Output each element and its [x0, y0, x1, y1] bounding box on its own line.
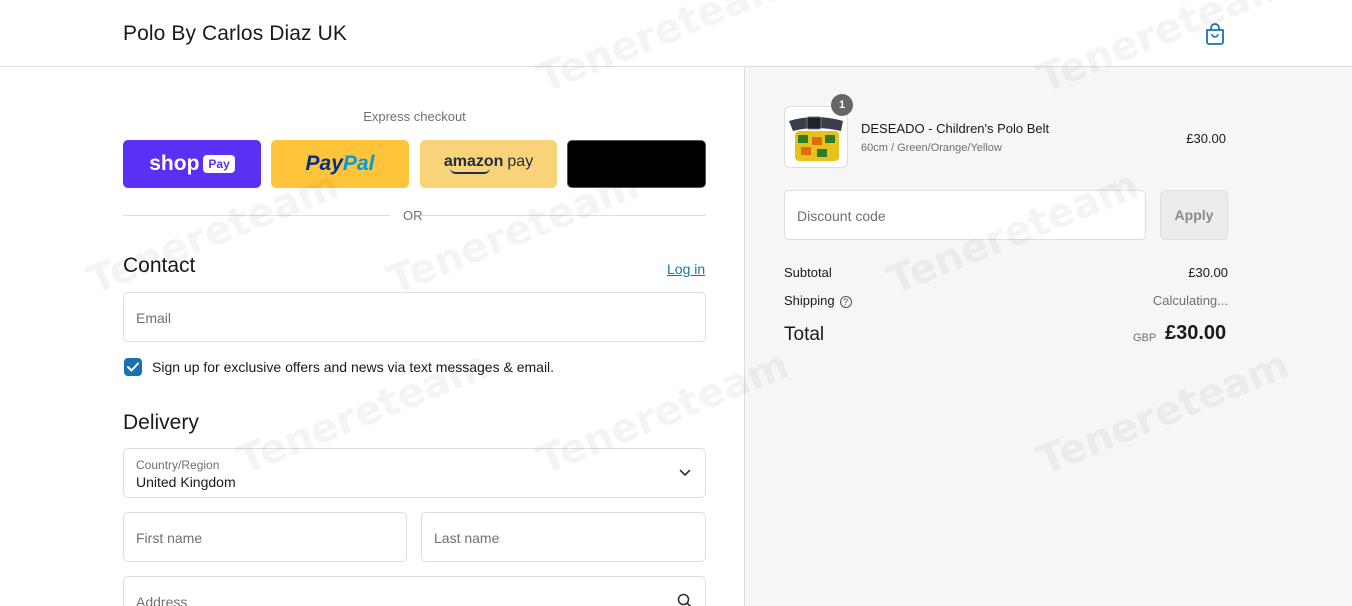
shop-pay-button[interactable]: shop Pay [123, 140, 261, 188]
checkout-form: Express checkout shop Pay Pay Pal amazon … [0, 67, 744, 606]
total-value: £30.00 [1165, 322, 1227, 344]
last-name-field[interactable]: Last name [421, 512, 706, 562]
delivery-title: Delivery [123, 411, 199, 434]
signup-label: Sign up for exclusive offers and news vi… [152, 359, 555, 375]
order-summary: 1 DESEADO - Children's Polo Belt 60cm / … [744, 67, 1352, 606]
total-currency: GBP [1133, 332, 1157, 344]
last-name-placeholder: Last name [434, 530, 500, 546]
contact-title: Contact [123, 254, 196, 277]
paypal-wordmark-pay: Pay [305, 152, 343, 175]
or-divider: OR [123, 207, 706, 223]
email-placeholder: Email [136, 310, 172, 326]
apply-discount-button[interactable]: Apply [1160, 190, 1228, 240]
address-field[interactable]: Address [123, 576, 706, 606]
express-checkout-label: Express checkout [363, 109, 466, 124]
shop-pay-badge: Pay [203, 155, 235, 173]
shipping-label: Shipping [784, 293, 835, 308]
total-label: Total [784, 324, 825, 345]
belt-image-icon [789, 116, 843, 161]
country-value: United Kingdom [136, 474, 236, 490]
search-icon [677, 593, 692, 606]
address-placeholder: Address [136, 594, 188, 606]
product-name: DESEADO - Children's Polo Belt [861, 121, 1050, 136]
amazon-smile-icon [449, 168, 490, 174]
first-name-placeholder: First name [136, 530, 203, 546]
chevron-down-icon [679, 469, 691, 477]
subtotal-value: £30.00 [1188, 265, 1228, 280]
paypal-button[interactable]: Pay Pal [271, 140, 409, 188]
shipping-value: Calculating... [1152, 293, 1228, 308]
shop-pay-wordmark: shop [149, 152, 200, 175]
login-link[interactable]: Log in [667, 261, 705, 277]
amazon-pay-word: pay [507, 152, 534, 170]
help-icon[interactable]: ? [839, 296, 852, 308]
discount-placeholder: Discount code [797, 208, 886, 224]
paypal-wordmark-pal: Pal [342, 152, 375, 175]
email-field[interactable]: Email [123, 292, 706, 342]
checkout-header: Polo By Carlos Diaz UK [0, 0, 1352, 67]
shopping-bag-icon[interactable] [1204, 22, 1226, 46]
subtotal-label: Subtotal [784, 265, 832, 280]
product-price: £30.00 [1186, 131, 1226, 146]
country-label: Country/Region [136, 458, 220, 472]
signup-checkbox[interactable] [124, 358, 142, 376]
product-variant: 60cm / Green/Orange/Yellow [861, 142, 1002, 154]
store-brand[interactable]: Polo By Carlos Diaz UK [123, 22, 347, 46]
amazon-wordmark: amazon [443, 152, 504, 170]
quantity-badge: 1 [831, 94, 853, 116]
amazon-pay-button[interactable]: amazon pay [420, 140, 557, 188]
country-select[interactable]: Country/Region United Kingdom [123, 448, 706, 498]
first-name-field[interactable]: First name [123, 512, 407, 562]
checkmark-icon [127, 362, 139, 372]
discount-code-field[interactable]: Discount code [784, 190, 1146, 240]
express-payment-button[interactable] [567, 140, 706, 188]
